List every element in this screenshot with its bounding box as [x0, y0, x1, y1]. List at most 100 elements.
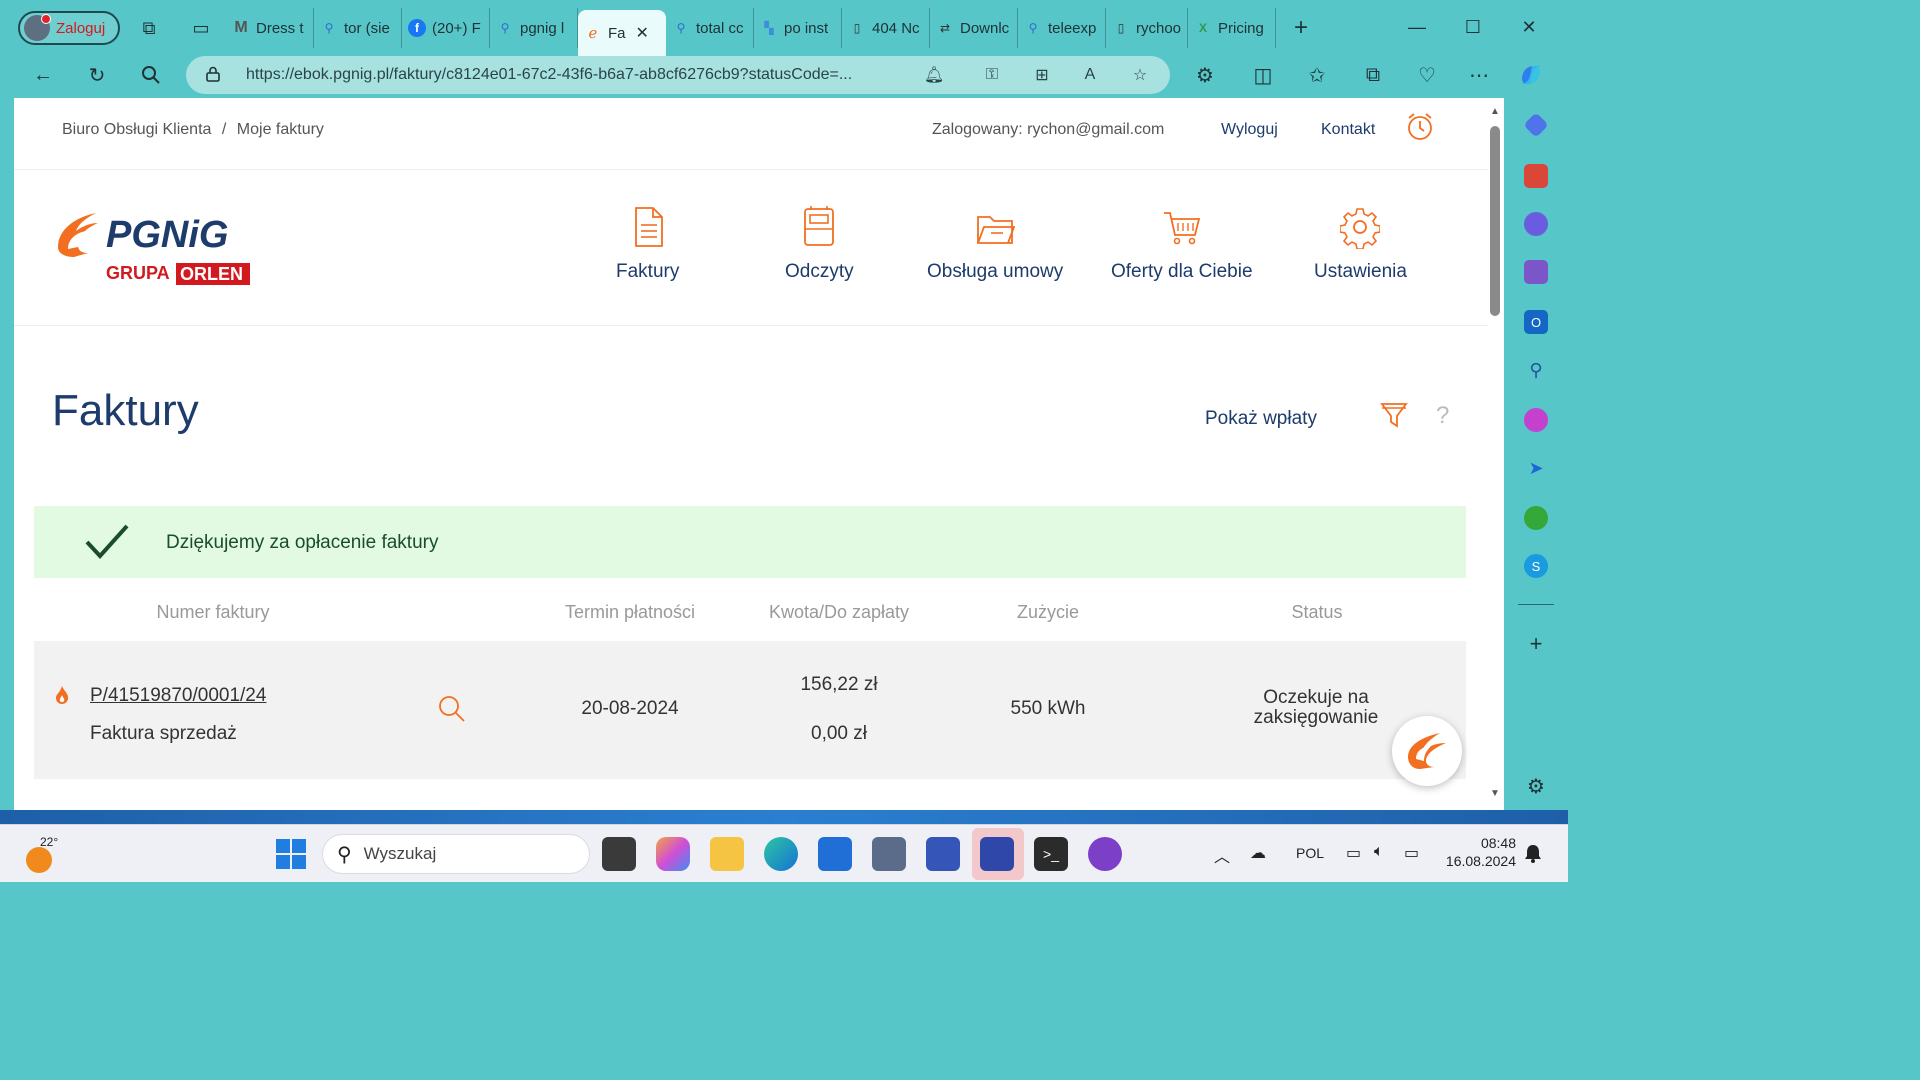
close-window-icon[interactable]: ✕: [1512, 12, 1546, 42]
terminal-icon[interactable]: >_: [1034, 837, 1068, 871]
windows-taskbar: 22° ⚲ Wyszukaj >_ ︿ ☁ POL ▭ 🔈︎ ▭ 08:48 1…: [0, 824, 1568, 882]
scroll-thumb[interactable]: [1490, 126, 1500, 316]
menu-offers[interactable]: Oferty dla Ciebie: [1111, 205, 1253, 283]
pgnig-logo[interactable]: PGNiG GRUPA ORLEN: [54, 207, 254, 287]
usage-value: 550 kWh: [1010, 698, 1086, 719]
browser-tab-active[interactable]: ℯ Fa ✕: [578, 10, 666, 56]
breadcrumb-current: Moje faktury: [236, 121, 324, 138]
search-icon: ⚲: [337, 843, 352, 866]
browser-tab[interactable]: ⇄ Downlc: [930, 8, 1018, 48]
menu-invoices[interactable]: Faktury: [616, 205, 679, 283]
taskbar-search[interactable]: ⚲ Wyszukaj: [322, 834, 590, 874]
due-date: 20-08-2024: [581, 698, 679, 719]
browser-tab[interactable]: ⚲ tor (sie: [314, 8, 402, 48]
notifications-bell-icon[interactable]: 🔔︎: [922, 63, 946, 87]
chat-assistant-button[interactable]: [1392, 716, 1462, 786]
invoice-preview-search-icon[interactable]: [438, 695, 466, 723]
search-icon[interactable]: [134, 58, 168, 92]
browser-tab[interactable]: X Pricing: [1188, 8, 1276, 48]
system-clock[interactable]: 08:48 16.08.2024: [1440, 835, 1516, 869]
browser-essentials-icon[interactable]: ♡: [1410, 58, 1444, 92]
shopping-cart-icon: [1163, 212, 1200, 245]
new-tab-button[interactable]: +: [1284, 11, 1318, 45]
onedrive-cloud-icon[interactable]: ☁: [1250, 843, 1266, 863]
notification-bell-icon[interactable]: [1524, 843, 1542, 863]
network-monitor-icon[interactable]: ▭: [1346, 843, 1361, 863]
scroll-up-icon[interactable]: ▲: [1490, 106, 1500, 117]
collections-icon[interactable]: ⧉: [1356, 58, 1390, 92]
show-payments-link[interactable]: Pokaż wpłaty: [1205, 408, 1317, 430]
browser-tab[interactable]: M Dress t: [226, 8, 314, 48]
help-icon[interactable]: ?: [1436, 402, 1449, 430]
language-indicator[interactable]: POL: [1296, 845, 1324, 861]
save-disk-icon[interactable]: [926, 837, 960, 871]
gear-icon: [1340, 208, 1381, 249]
close-tab-icon[interactable]: ✕: [636, 23, 649, 43]
outlook-icon[interactable]: O: [1524, 310, 1548, 334]
save-disk-active-icon[interactable]: [980, 837, 1014, 871]
logout-link[interactable]: Wyloguj: [1221, 121, 1278, 139]
add-icon[interactable]: +: [1524, 631, 1548, 656]
tree-icon[interactable]: [1524, 506, 1548, 530]
browser-tab[interactable]: ▯ rychoo: [1106, 8, 1188, 48]
address-bar[interactable]: https://ebok.pgnig.pl/faktury/c8124e01-6…: [186, 56, 1170, 94]
search-icon: ⚲: [676, 21, 686, 35]
lock-icon[interactable]: [206, 66, 224, 85]
alarm-clock-icon[interactable]: [1406, 112, 1434, 142]
copilot-sidebar-icon[interactable]: [1524, 212, 1548, 236]
read-aloud-icon[interactable]: A: [1078, 63, 1102, 87]
breadcrumb-home[interactable]: Biuro Obsługi Klienta: [62, 121, 211, 138]
search-sidebar-icon[interactable]: ⚲: [1524, 358, 1548, 382]
menu-contract[interactable]: Obsługa umowy: [927, 205, 1063, 283]
scroll-down-icon[interactable]: ▼: [1490, 788, 1500, 799]
url-text[interactable]: https://ebok.pgnig.pl/faktury/c8124e01-6…: [246, 66, 906, 84]
windows-start-icon[interactable]: [276, 839, 306, 869]
browser-tab[interactable]: ⚲ pgnig l: [490, 8, 578, 48]
network-app-icon[interactable]: [872, 837, 906, 871]
browser-tab[interactable]: ⚲ teleexp: [1018, 8, 1106, 48]
back-icon[interactable]: ←: [26, 58, 60, 92]
workspaces-icon[interactable]: ⧉: [132, 11, 166, 45]
microsoft-store-icon[interactable]: [818, 837, 852, 871]
battery-icon[interactable]: ▭: [1404, 843, 1419, 863]
tray-overflow-chevron-icon[interactable]: ︿: [1214, 843, 1230, 867]
extensions-icon[interactable]: ⚙: [1188, 58, 1222, 92]
page-scrollbar[interactable]: ▲ ▼: [1488, 98, 1504, 810]
refresh-icon[interactable]: ↻: [80, 58, 114, 92]
send-icon[interactable]: ➤: [1524, 456, 1548, 480]
designer-icon[interactable]: [1524, 408, 1548, 432]
skype-icon[interactable]: S: [1524, 554, 1548, 578]
browser-tab[interactable]: ▯ 404 Nc: [842, 8, 930, 48]
success-message: Dziękujemy za opłacenie faktury: [166, 532, 439, 553]
split-screen-icon[interactable]: ◫: [1246, 58, 1280, 92]
apps-icon[interactable]: ⊞: [1030, 63, 1054, 87]
menu-readings[interactable]: Odczyty: [785, 205, 854, 283]
browser-tab[interactable]: ▚ po inst: [754, 8, 842, 48]
invoice-number-link[interactable]: P/41519870/0001/24: [90, 685, 266, 707]
tab-actions-icon[interactable]: ▭: [184, 11, 218, 45]
games-icon[interactable]: [1524, 260, 1548, 284]
copilot-taskbar-icon[interactable]: [656, 837, 690, 871]
contact-link[interactable]: Kontakt: [1321, 121, 1375, 139]
tor-browser-icon[interactable]: [1088, 837, 1122, 871]
toolbox-icon[interactable]: [1524, 164, 1548, 188]
menu-settings[interactable]: Ustawienia: [1314, 205, 1407, 283]
gmail-m-icon: M: [234, 19, 248, 36]
shopping-tag-icon[interactable]: [1523, 112, 1549, 138]
filter-icon[interactable]: [1380, 400, 1408, 430]
sidebar-settings-icon[interactable]: ⚙: [1524, 774, 1548, 798]
favorite-star-icon[interactable]: ☆: [1128, 63, 1152, 87]
browser-tab[interactable]: f (20+) F: [402, 8, 490, 48]
task-view-icon[interactable]: [602, 837, 636, 871]
edge-browser-icon[interactable]: [764, 837, 798, 871]
browser-tab[interactable]: ⚲ total cc: [666, 8, 754, 48]
favorites-icon[interactable]: ✩: [1300, 58, 1334, 92]
weather-widget[interactable]: 22°: [24, 835, 64, 875]
file-explorer-icon[interactable]: [710, 837, 744, 871]
more-menu-icon[interactable]: ⋯: [1462, 58, 1496, 92]
minimize-icon[interactable]: —: [1400, 12, 1434, 42]
profile-button[interactable]: Zaloguj: [18, 11, 120, 45]
password-key-icon[interactable]: ⚿: [980, 63, 1004, 87]
maximize-icon[interactable]: ☐: [1456, 12, 1490, 42]
volume-icon[interactable]: 🔈︎: [1374, 843, 1384, 861]
